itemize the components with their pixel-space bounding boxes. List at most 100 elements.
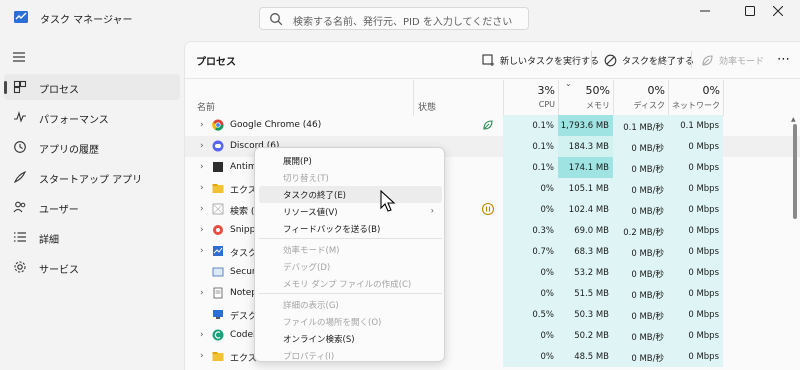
- menu-item-label: プロパティ(I): [283, 352, 335, 362]
- mouse-pointer-icon: [380, 190, 396, 212]
- sidebar-item-details[interactable]: 詳細: [4, 224, 180, 250]
- column-divider: [723, 80, 724, 116]
- sidebar-item-label: サービス: [39, 265, 79, 276]
- menu-item-search-online[interactable]: オンライン検索(S): [259, 330, 442, 347]
- disk-cell: 0 MB/秒: [613, 199, 668, 220]
- scrollbar-thumb[interactable]: [793, 124, 797, 219]
- expand-chevron-icon[interactable]: ›: [200, 204, 204, 214]
- expand-chevron-icon[interactable]: ›: [200, 120, 204, 130]
- cpu-cell: 0.5%: [503, 304, 558, 325]
- table-row[interactable]: › Google Chrome (46) 0.1% 1,793.6 MB 0.1 MB/…: [185, 115, 800, 136]
- expand-chevron-icon[interactable]: ›: [200, 351, 204, 361]
- network-cell: 0 Mbps: [668, 199, 723, 220]
- toolbar-divider: [185, 78, 800, 79]
- disk-cell: 0.2 MB/秒: [613, 220, 668, 241]
- column-header-name[interactable]: 名前: [197, 100, 215, 113]
- sidebar-item-app-history[interactable]: アプリの履歴: [4, 134, 180, 160]
- sidebar-item-users[interactable]: ユーザー: [4, 194, 180, 220]
- network-total-percent: 0%: [702, 84, 720, 97]
- column-header-disk[interactable]: ディスク: [615, 100, 665, 111]
- menu-item-label: デバッグ(D): [283, 263, 331, 273]
- menu-item-send-feedback[interactable]: フィードバックを送る(B): [259, 220, 442, 237]
- new-task-icon: [482, 53, 494, 66]
- expand-chevron-icon[interactable]: ›: [200, 225, 204, 235]
- column-header-memory[interactable]: メモリ: [560, 100, 610, 111]
- memory-cell: 50.3 MB: [558, 304, 613, 325]
- disk-total-percent: 0%: [647, 84, 665, 97]
- codemeter-icon: [212, 329, 224, 341]
- startup-apps-icon: [13, 170, 27, 184]
- task-manager-app-icon: [14, 11, 28, 23]
- sidebar-item-performance[interactable]: パフォーマンス: [4, 104, 180, 130]
- sidebar-item-services[interactable]: サービス: [4, 254, 180, 280]
- cpu-cell: 0.3%: [503, 220, 558, 241]
- menu-item-label: フィードバックを送る(B): [283, 225, 381, 235]
- column-header-network[interactable]: ネットワーク: [670, 100, 720, 111]
- toolbar-separator: [691, 51, 692, 68]
- window-icon: [212, 266, 224, 278]
- memory-cell: 174.1 MB: [558, 157, 613, 178]
- end-task-button[interactable]: タスクを終了する: [604, 50, 694, 70]
- network-cell: 0 Mbps: [668, 325, 723, 346]
- disk-cell: 0 MB/秒: [613, 304, 668, 325]
- network-cell: 0 Mbps: [668, 304, 723, 325]
- task-manager-icon: [212, 245, 224, 257]
- menu-item-efficiency-mode: 効率モード(M): [259, 241, 442, 258]
- expand-chevron-icon[interactable]: ›: [200, 183, 204, 193]
- menu-item-label: リソース値(V): [283, 208, 338, 218]
- sidebar-item-startup-apps[interactable]: スタートアップ アプリ: [4, 164, 180, 190]
- app-icon: [212, 161, 224, 173]
- efficiency-mode-button[interactable]: 効率モード: [701, 50, 764, 70]
- column-divider: [668, 80, 669, 116]
- network-cell: 0 Mbps: [668, 136, 723, 157]
- leaf-icon: [702, 54, 713, 66]
- search-app-icon: [212, 203, 224, 215]
- column-header-cpu[interactable]: CPU: [505, 100, 555, 109]
- menu-item-open-file-location: ファイルの場所を開く(O): [259, 313, 442, 330]
- menu-item-expand[interactable]: 展開(P): [259, 152, 442, 169]
- more-options-icon[interactable]: ⋯: [777, 52, 791, 67]
- menu-item-end-task[interactable]: タスクの終了(E): [259, 186, 442, 203]
- column-header-status[interactable]: 状態: [418, 100, 436, 113]
- network-cell: 0.1 Mbps: [668, 115, 723, 136]
- search-input[interactable]: 検索する名前、発行元、PID を入力してください: [259, 7, 529, 30]
- scroll-up-arrow-icon[interactable]: ▲: [791, 116, 796, 123]
- disk-cell: 0 MB/秒: [613, 325, 668, 346]
- expand-chevron-icon[interactable]: ›: [200, 246, 204, 256]
- suspended-pause-icon: [481, 202, 495, 216]
- disk-cell: 0 MB/秒: [613, 136, 668, 157]
- expand-chevron-icon[interactable]: ›: [200, 162, 204, 172]
- network-cell: 0 Mbps: [668, 241, 723, 262]
- cpu-total-percent: 3%: [537, 84, 555, 97]
- disk-cell: 0 MB/秒: [613, 283, 668, 304]
- cpu-cell: 0%: [503, 283, 558, 304]
- menu-item-go-to-details: 詳細の表示(G): [259, 296, 442, 313]
- menu-item-label: メモリ ダンプ ファイルの作成(C): [283, 280, 412, 290]
- expand-chevron-icon[interactable]: ›: [200, 141, 204, 151]
- hamburger-menu-icon[interactable]: [12, 51, 26, 63]
- process-name: Google Chrome (46): [230, 120, 322, 130]
- minimize-button[interactable]: [683, 0, 727, 22]
- end-task-icon: [604, 54, 617, 66]
- memory-total-percent: 50%: [585, 84, 610, 97]
- disk-cell: 0.1 MB/秒: [613, 115, 668, 136]
- menu-item-resource-values[interactable]: リソース値(V) ›: [259, 203, 442, 220]
- memory-cell: 68.3 MB: [558, 241, 613, 262]
- expand-chevron-icon[interactable]: ›: [200, 288, 204, 298]
- menu-item-debug: デバッグ(D): [259, 258, 442, 275]
- cpu-cell: 0%: [503, 262, 558, 283]
- run-new-task-button[interactable]: 新しいタスクを実行する: [482, 50, 599, 70]
- menu-item-label: 切り替え(T): [283, 174, 329, 184]
- cpu-cell: 0.1%: [503, 157, 558, 178]
- network-cell: 0 Mbps: [668, 283, 723, 304]
- expand-chevron-icon[interactable]: ›: [200, 330, 204, 340]
- menu-item-label: 効率モード(M): [283, 246, 340, 256]
- toolbar-separator: [591, 51, 592, 68]
- memory-cell: 50.2 MB: [558, 325, 613, 346]
- sidebar-item-processes[interactable]: プロセス: [4, 74, 180, 100]
- close-button[interactable]: [756, 0, 800, 22]
- memory-cell: 105.1 MB: [558, 178, 613, 199]
- memory-cell: 48.5 MB: [558, 346, 613, 367]
- menu-item-label: 展開(P): [283, 157, 312, 167]
- menu-separator: [259, 238, 442, 239]
